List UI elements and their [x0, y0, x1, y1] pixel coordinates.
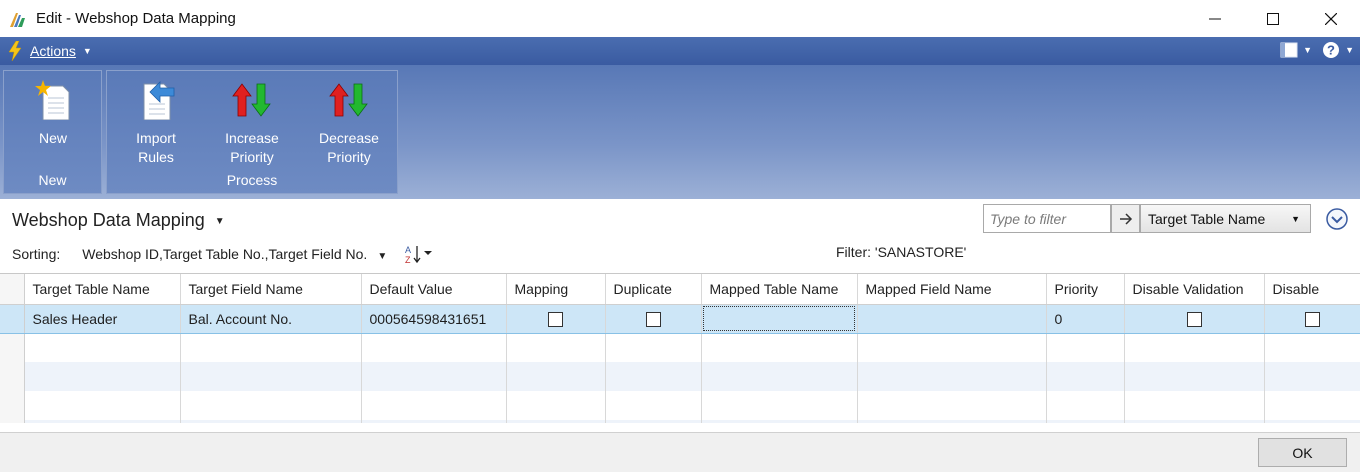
duplicate-checkbox[interactable] [645, 311, 661, 327]
empty-row [0, 391, 1360, 420]
filter-field-value: Target Table Name [1148, 210, 1266, 227]
filter-field-dropdown[interactable]: Target Table Name ▼ [1140, 204, 1311, 233]
row-selector[interactable] [0, 303, 25, 334]
close-icon [1325, 12, 1337, 25]
increase-priority-icon [232, 83, 271, 117]
sorting-row: Sorting: Webshop ID,Target Table No.,Tar… [12, 244, 433, 264]
new-document-icon [35, 80, 70, 120]
minimize-icon [1209, 18, 1221, 19]
new-button-label: New [38, 130, 67, 146]
disable-validation-checkbox[interactable] [1186, 311, 1202, 327]
import-rules-label-line2: Rules [138, 149, 174, 165]
layout-options-button[interactable]: ▼ [1280, 42, 1312, 58]
sort-az-icon: A Z [405, 245, 433, 264]
sorting-dropdown[interactable]: Webshop ID,Target Table No.,Target Field… [82, 246, 387, 262]
row-selector-header [0, 274, 25, 305]
sorting-label: Sorting: [12, 246, 61, 262]
ribbon-group-new: New New [3, 70, 102, 194]
maximize-icon [1267, 12, 1279, 25]
arrow-right-icon [1119, 212, 1132, 225]
empty-row [0, 333, 1360, 362]
data-grid: Target Table Name Target Field Name Defa… [0, 273, 1360, 423]
close-button[interactable] [1302, 0, 1360, 37]
duplicate-cell [605, 303, 702, 334]
disable-cell [1264, 303, 1360, 334]
svg-text:Z: Z [405, 255, 411, 264]
minimize-button[interactable] [1186, 0, 1244, 37]
increase-priority-label-line2: Priority [230, 149, 274, 165]
disable-checkbox[interactable] [1304, 311, 1320, 327]
ribbon-group-label-new: New [38, 172, 67, 188]
table-header-row: Target Table Name Target Field Name Defa… [0, 274, 1360, 305]
mapped-table-name-cell[interactable] [701, 303, 858, 334]
filter-status: Filter: 'SANASTORE' [836, 244, 967, 260]
default-value-cell[interactable]: 000564598431651 [361, 303, 507, 334]
expand-factbox-button[interactable] [1325, 207, 1349, 231]
actions-menu[interactable]: Actions [30, 43, 76, 59]
ribbon-group-process: Import Rules Increase Priority Decrease … [106, 70, 398, 194]
action-bar: Actions ▼ ▼ ? ▼ [0, 37, 1360, 65]
increase-priority-label-line1: Increase [225, 130, 279, 146]
page-title-menu[interactable]: Webshop Data Mapping ▼ [12, 210, 225, 231]
window-title: Edit - Webshop Data Mapping [36, 10, 236, 27]
import-rules-label-line1: Import [136, 130, 176, 146]
column-header[interactable]: Duplicate [605, 274, 702, 305]
page-content: Webshop Data Mapping ▼ Sorting: Webshop I… [0, 199, 1360, 432]
disable-validation-cell [1124, 303, 1265, 334]
column-header[interactable]: Target Table Name [24, 274, 181, 305]
dynamics-nav-logo-icon [10, 12, 25, 27]
empty-row [0, 420, 1360, 423]
svg-text:A: A [405, 245, 411, 255]
svg-text:?: ? [1327, 43, 1335, 58]
sort-direction-button[interactable]: A Z [405, 244, 433, 264]
sorting-value: Webshop ID,Target Table No.,Target Field… [82, 246, 368, 262]
column-header[interactable]: Mapping [506, 274, 606, 305]
dialog-footer: OK [0, 432, 1360, 472]
priority-cell[interactable]: 0 [1046, 303, 1125, 334]
decrease-priority-button[interactable]: Decrease Priority [306, 79, 392, 167]
chevron-down-icon: ▼ [1303, 45, 1313, 55]
filter-input[interactable] [983, 204, 1111, 233]
ok-button[interactable]: OK [1258, 438, 1347, 467]
help-button[interactable]: ? ▼ [1322, 41, 1354, 59]
window-layout-icon [1280, 42, 1298, 58]
chevron-down-icon: ▼ [214, 215, 225, 227]
target-table-name-cell[interactable]: Sales Header [24, 303, 181, 334]
column-header[interactable]: Default Value [361, 274, 507, 305]
table-row[interactable]: Sales Header Bal. Account No. 0005645984… [0, 303, 1360, 334]
empty-row [0, 362, 1360, 391]
mapping-table: Target Table Name Target Field Name Defa… [0, 274, 1360, 423]
page-title: Webshop Data Mapping [12, 210, 205, 230]
increase-priority-button[interactable]: Increase Priority [209, 79, 295, 167]
chevron-down-icon: ▼ [377, 251, 388, 262]
import-rules-button[interactable]: Import Rules [113, 79, 199, 167]
ribbon-group-label-process: Process [226, 172, 278, 188]
mapping-cell [506, 303, 606, 334]
ribbon: New New Import Rules Increase Priority D… [0, 65, 1360, 199]
apply-filter-button[interactable] [1111, 204, 1140, 233]
column-header[interactable]: Disable Validation [1124, 274, 1265, 305]
mapping-checkbox[interactable] [548, 311, 563, 327]
lightning-bolt-icon [8, 41, 22, 61]
import-rules-icon [143, 81, 175, 120]
decrease-priority-label-line2: Priority [327, 149, 371, 165]
actions-chevron-down-icon[interactable]: ▼ [83, 46, 92, 56]
title-bar: Edit - Webshop Data Mapping [0, 0, 1360, 37]
maximize-button[interactable] [1244, 0, 1302, 37]
new-button[interactable]: New [10, 79, 96, 148]
chevron-down-icon: ▼ [1345, 45, 1354, 55]
chevron-down-icon: ▼ [1291, 213, 1300, 224]
decrease-priority-label-line1: Decrease [319, 130, 379, 146]
column-header[interactable]: Disable [1264, 274, 1360, 305]
target-field-name-cell[interactable]: Bal. Account No. [180, 303, 362, 334]
mapped-field-name-cell[interactable] [857, 303, 1047, 334]
help-icon: ? [1323, 42, 1340, 58]
decrease-priority-icon [329, 83, 368, 117]
column-header[interactable]: Mapped Field Name [857, 274, 1047, 305]
column-header[interactable]: Priority [1046, 274, 1125, 305]
column-header[interactable]: Target Field Name [180, 274, 362, 305]
column-header[interactable]: Mapped Table Name [701, 274, 858, 305]
